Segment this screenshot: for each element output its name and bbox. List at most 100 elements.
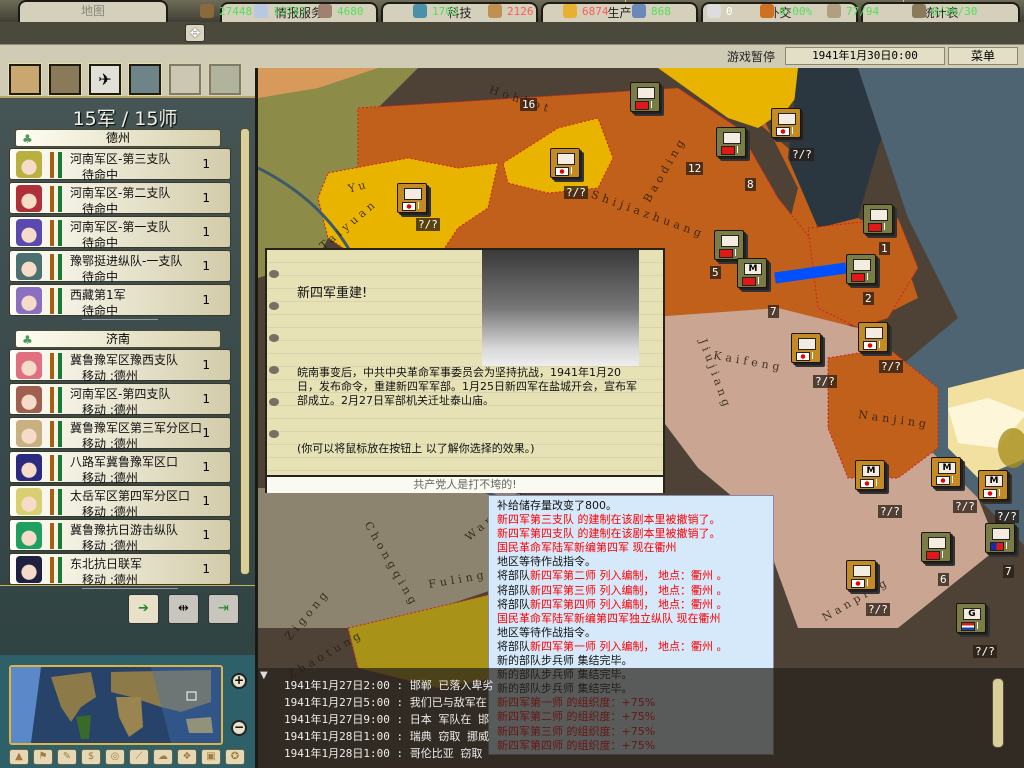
map-mode-army-tank-icon[interactable] [48,63,82,96]
oil-drop-icon [413,4,427,18]
map-mode-navy-ship-icon[interactable] [128,63,162,96]
unit-counter[interactable] [858,322,888,352]
unit-name: 河南军区-第三支队 [70,152,171,166]
log-entry[interactable]: 1941年1月27日5:00 : 我们已与敌军在 [284,694,487,710]
infantry-symbol-icon [928,537,946,549]
resource-value: 77/94 [846,4,880,18]
unit-flag-icon [1006,542,1012,549]
resource-rare[interactable]: 4680 [318,3,364,19]
organization-bar [58,254,62,280]
unit-card[interactable]: 东北抗日联军 移动 :德州 1 [9,553,231,589]
nation-flag-icon [742,277,756,286]
unit-counter[interactable] [714,230,744,260]
tab-map[interactable]: 地图 [18,0,168,22]
unit-group-header[interactable]: ♣ 德州 [15,129,221,147]
unit-counter[interactable] [846,560,876,590]
unit-counter[interactable] [791,333,821,363]
unit-card[interactable]: 河南军区-第二支队 待命中 1 [9,182,231,218]
unit-counter[interactable] [716,127,746,157]
unit-list-scrollbar[interactable] [240,128,250,575]
unit-card[interactable]: 河南军区-第四支队 移动 :德州 1 [9,383,231,419]
resource-oil[interactable]: 1703 [413,3,459,19]
log-message: 瑞典 窃取 挪威 [409,730,489,743]
unit-counter[interactable] [985,523,1015,553]
map-mode-terrain-icon[interactable] [8,63,42,96]
unit-card[interactable]: 冀鲁豫抗日游击纵队 移动 :德州 1 [9,519,231,555]
unit-card[interactable]: 西藏第1军 待命中 1 [9,284,231,320]
group-location: 德州 [105,131,130,145]
unit-counter[interactable]: M [978,470,1008,500]
mapmode-weather-button[interactable]: ☁ [153,749,173,765]
unit-counter[interactable]: M [931,457,961,487]
split-unit-button[interactable]: ⇹ [168,594,199,624]
nation-flag-icon [635,101,649,110]
resource-nukes[interactable]: 0/36/30 [912,3,977,19]
army-count-title: 15军 / 15师 [72,108,178,130]
mapmode-terrain-button[interactable]: ▲ [9,749,29,765]
nation-flag-icon [851,273,865,282]
log-entry[interactable]: 1941年1月28日1:00 : 哥伦比亚 窃取 [284,745,482,761]
unit-card[interactable]: 太岳军区第四军分区口 移动 :德州 1 [9,485,231,521]
mapmode-political-flag-button[interactable]: ⚑ [33,749,53,765]
unit-card[interactable]: 河南军区-第三支队 待命中 1 [9,148,231,184]
unit-strength-label: 12 [686,162,704,175]
mapmode-infrastructure-button[interactable]: ⟋ [129,749,149,765]
infantry-symbol-icon: G [963,608,981,620]
unit-counter[interactable]: M [737,258,767,288]
unit-counter[interactable]: G [956,603,986,633]
mapmode-region-button[interactable]: ❖ [177,749,197,765]
resource-manpower[interactable]: 868 [632,3,671,19]
unit-card[interactable]: 冀鲁豫军区豫西支队 移动 :德州 1 [9,349,231,385]
unit-counter[interactable] [630,82,660,112]
unit-counter[interactable] [921,532,951,562]
game-paused-label[interactable]: 游戏暂停 [727,48,775,65]
unit-counter[interactable] [397,183,427,213]
menu-button[interactable]: 菜单 [948,47,1018,65]
unit-counter[interactable]: M [855,460,885,490]
mapmode-alliance-button[interactable]: ✪ [225,749,245,765]
event-option-button[interactable]: 共产党人是打不垮的! [267,475,663,493]
mapmode-economy-dollar-button[interactable]: $ [81,749,101,765]
tooltip-text: 新四军第三支队 的建制在该剧本里被撤销了。 [497,513,721,527]
zoom-out-button[interactable]: − [231,720,247,736]
leader-portrait [16,386,42,413]
resource-money[interactable]: 6874 [563,3,609,19]
move-arrows-button[interactable]: ✥ [185,24,205,42]
collapse-log-icon[interactable]: ▼ [260,670,268,681]
tooltip-line: 新四军第四支队 的建制在该剧本里被撤销了。 [497,527,765,541]
nation-flag-icon [719,249,733,258]
unit-card[interactable]: 冀鲁豫军区第三军分区口 移动 :德州 1 [9,417,231,453]
merge-unit-button[interactable]: ⇥ [208,594,239,624]
unit-card[interactable]: 八路军冀鲁豫军区口 移动 :德州 1 [9,451,231,487]
event-description: 皖南事变后，中共中央革命军事委员会为坚持抗战，1941年1月20日，发布命令，重… [297,366,637,407]
infantry-symbol-icon: M [744,263,762,275]
log-time: 1941年1月28日1:00 [284,730,390,743]
map-mode-air-plane-icon[interactable]: ✈ [88,63,122,96]
unit-counter[interactable] [863,204,893,234]
log-entry[interactable]: 1941年1月27日2:00 : 邯郸 已落入卑劣 [284,677,493,693]
resource-dissent[interactable]: 0.00% [760,3,812,19]
log-entry[interactable]: 1941年1月28日1:00 : 瑞典 窃取 挪威 [284,728,489,744]
unit-counter[interactable] [846,254,876,284]
log-entry[interactable]: 1941年1月27日9:00 : 日本 军队在 邯 [284,711,489,727]
zoom-in-button[interactable]: + [231,673,247,689]
unit-card[interactable]: 河南军区-第一支队 待命中 1 [9,216,231,252]
mapmode-supply-button[interactable]: ✎ [57,749,77,765]
tooltip-line: 新四军第三支队 的建制在该剧本里被撤销了。 [497,513,765,527]
unit-group-header[interactable]: ♣ 济南 [15,330,221,348]
map-zoom-slider[interactable] [992,678,1004,748]
resource-metal[interactable]: 12757 [254,3,306,19]
resource-supplies[interactable]: 2126 [488,3,534,19]
unit-counter[interactable] [771,108,801,138]
resource-transports[interactable]: 0 [707,3,733,19]
mapmode-diplomatic-button[interactable]: ▣ [201,749,221,765]
unit-strength-label: 7 [768,305,779,318]
minimap[interactable] [9,665,223,745]
supply-move-button[interactable]: ➔ [128,594,159,624]
unit-card[interactable]: 豫鄂挺进纵队-一支队 待命中 1 [9,250,231,286]
resource-transport[interactable]: 77/94 [827,3,879,19]
mapmode-resources-button[interactable]: ◎ [105,749,125,765]
resource-energy[interactable]: 27448 [200,3,252,19]
unit-counter[interactable] [550,148,580,178]
infantry-symbol-icon: M [985,475,1003,487]
